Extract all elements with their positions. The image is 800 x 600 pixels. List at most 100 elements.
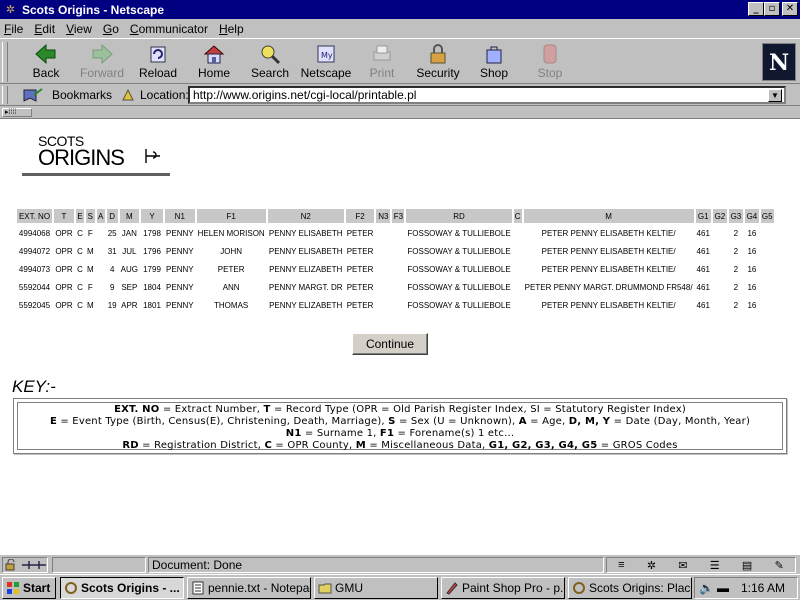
table-cell: [376, 261, 390, 277]
scots-origins-logo: SCOTS ORIGINS: [22, 133, 172, 177]
col-d: D: [106, 209, 118, 223]
table-row: 4994072 OPR C M 31 JUL 1796 PENNY JOHN PENNY ELIS…: [17, 243, 774, 259]
menu-file[interactable]: File: [4, 22, 23, 36]
netscape-wheel-icon: ✲: [5, 4, 16, 16]
security-status[interactable]: [2, 557, 48, 573]
table-row: 4994068 OPR C F 25 JAN 1798 PENNY HELEN MORISON P…: [17, 225, 774, 241]
bookmarks-button[interactable]: Bookmarks: [22, 87, 112, 103]
back-button[interactable]: Back: [18, 43, 74, 81]
print-button[interactable]: Print: [354, 43, 410, 81]
table-row: 4994073 OPR C M 4 AUG 1799 PENNY PETER PENNY ELIZ…: [17, 261, 774, 277]
composer-icon[interactable]: ▤: [742, 559, 752, 572]
key-term: F1: [379, 428, 395, 439]
table-cell: C: [77, 246, 83, 256]
continue-button[interactable]: Continue: [352, 333, 428, 355]
table-cell: 16: [747, 264, 757, 274]
table-cell: PENNY ELISABETH: [268, 228, 343, 238]
home-button[interactable]: Home: [186, 43, 242, 81]
table-cell: FOSSOWAY & TULLIEBOLE: [407, 228, 511, 238]
search-icon: [261, 45, 281, 65]
location-grip[interactable]: [2, 86, 8, 104]
table-cell: 4: [109, 264, 115, 274]
key-definition: = Date (Day, Month, Year): [610, 416, 751, 427]
table-cell: 461: [696, 282, 710, 292]
menu-help[interactable]: Help: [219, 22, 244, 36]
table-cell: PENNY: [166, 282, 194, 292]
netscape-logo[interactable]: N: [762, 43, 796, 81]
search-label: Search: [250, 66, 290, 80]
key-definition: = Sex (U = Unknown),: [395, 416, 519, 427]
security-button[interactable]: Security: [410, 43, 466, 81]
tray-app-icon[interactable]: ▬: [717, 578, 729, 598]
mail-icon[interactable]: ✉: [678, 559, 687, 572]
table-cell: THOMAS: [214, 300, 249, 310]
table-cell: [514, 261, 522, 277]
svg-text:My: My: [321, 51, 333, 60]
key-term: S: [388, 416, 396, 427]
table-cell: PETER PENNY ELISABETH KELTIE/: [541, 228, 676, 238]
search-button[interactable]: Search: [242, 43, 298, 81]
netscape-button[interactable]: My Netscape: [298, 43, 354, 81]
col-f2: F2: [345, 209, 375, 223]
taskbar-item-label: Scots Origins: Plac...: [589, 581, 692, 595]
table-cell: C: [77, 282, 83, 292]
col-g4: G4: [744, 209, 759, 223]
taskbar-item-gmu[interactable]: GMU: [314, 577, 438, 599]
reload-button[interactable]: Reload: [130, 43, 186, 81]
page-proxy-icon[interactable]: [120, 88, 136, 102]
table-cell: [514, 243, 522, 259]
netscape-icon: [573, 582, 585, 594]
menu-communicator[interactable]: Communicator: [130, 22, 208, 36]
back-label: Back: [32, 66, 60, 80]
maximize-button[interactable]: ▫: [764, 2, 780, 16]
key-box: EXT. NO = Extract Number, T = Record Typ…: [13, 398, 787, 454]
url-dropdown-arrow-icon[interactable]: ▼: [768, 89, 782, 102]
stop-label: Stop: [537, 66, 563, 80]
minimize-button[interactable]: _: [748, 2, 764, 16]
taskbar-item-paint-shop-pro[interactable]: Paint Shop Pro - p...: [441, 577, 565, 599]
taskbar-item-scots-origins[interactable]: Scots Origins - ...: [60, 577, 184, 599]
start-button[interactable]: Start: [2, 577, 56, 599]
table-cell: [376, 297, 390, 313]
table-cell: 1804: [143, 282, 161, 292]
connection-icon: [22, 561, 46, 569]
pen-icon[interactable]: ✎: [775, 559, 784, 572]
table-cell: F: [87, 228, 93, 238]
menu-view[interactable]: View: [66, 22, 92, 36]
table-cell: SEP: [121, 282, 138, 292]
url-input[interactable]: http://www.origins.net/cgi-local/printab…: [188, 86, 786, 104]
col-rd: RD: [406, 209, 512, 223]
toolbar-collapse-tab[interactable]: ▸⁞⁞⁞⁞: [2, 108, 32, 117]
location-label-group: Location:: [120, 88, 189, 102]
key-term: A: [518, 416, 527, 427]
menu-go[interactable]: Go: [103, 22, 119, 36]
col-g1: G1: [695, 209, 711, 223]
table-cell: [713, 225, 727, 241]
key-legend: EXT. NO = Extract Number, T = Record Typ…: [17, 402, 783, 451]
close-button[interactable]: ✕: [782, 2, 798, 16]
home-label: Home: [197, 66, 230, 80]
taskbar-item-notepad[interactable]: pennie.txt - Notepad: [187, 577, 311, 599]
shop-button[interactable]: Shop: [466, 43, 522, 81]
toolbar-grip[interactable]: [2, 42, 8, 82]
bookmarks-label: Bookmarks: [52, 88, 113, 102]
table-cell: 25: [107, 228, 117, 238]
title-bar[interactable]: ✲ Scots Origins - Netscape _ ▫ ✕: [0, 0, 800, 19]
table-cell: [392, 297, 404, 313]
clock[interactable]: 1:16 AM: [741, 581, 785, 595]
menu-edit[interactable]: Edit: [34, 22, 55, 36]
stop-button[interactable]: Stop: [522, 43, 578, 81]
table-cell: [761, 261, 774, 277]
table-cell: 9: [109, 282, 115, 292]
status-bar: Document: Done ≡ ✲ ✉ ☰ ▤ ✎: [0, 554, 800, 574]
navigator-icon[interactable]: ✲: [647, 559, 656, 572]
volume-icon[interactable]: 🔈: [699, 578, 714, 598]
records-table: EXT. NO T E S A D M Y N1 F1 N2 F2 N3 F3 …: [15, 207, 776, 315]
reload-label: Reload: [138, 66, 178, 80]
taskbar-item-scots-origins-place[interactable]: Scots Origins: Plac...: [568, 577, 692, 599]
col-e: E: [76, 209, 84, 223]
key-term: RD: [122, 440, 139, 451]
table-cell: 16: [747, 282, 757, 292]
discussion-icon[interactable]: ☰: [710, 559, 720, 572]
forward-button[interactable]: Forward: [74, 43, 130, 81]
